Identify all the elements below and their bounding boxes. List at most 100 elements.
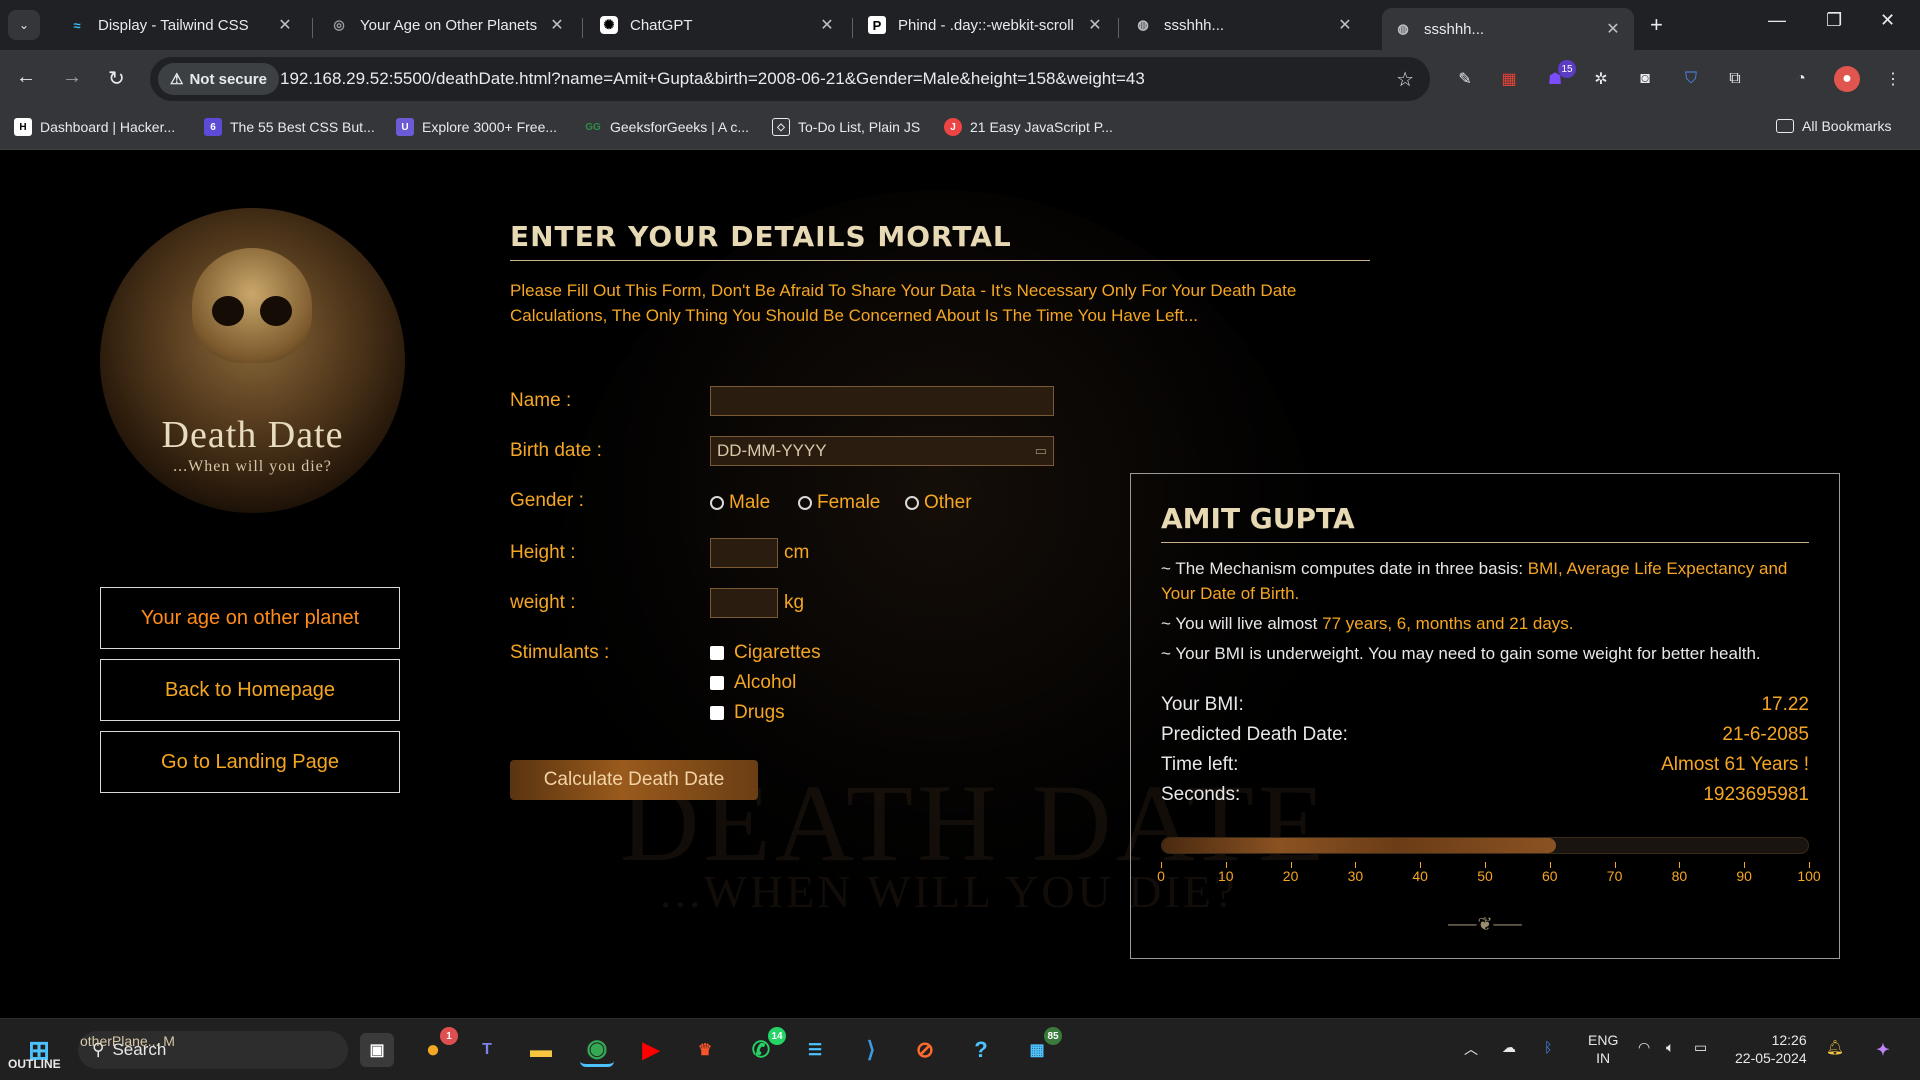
windows-taskbar: ⊞ OUTLINE ⚲ Search otherPlane... M ▣ ● 1 … <box>0 1018 1920 1080</box>
close-icon[interactable]: ✕ <box>276 15 294 35</box>
bookmark-item[interactable]: GG GeeksforGeeks | A c... <box>584 118 749 136</box>
age-other-planet-link[interactable]: Your age on other planet <box>100 587 400 649</box>
file-explorer-icon[interactable]: ▬ <box>524 1033 558 1067</box>
browser-toolbar: ← → ↻ ⚠ Not secure 192.168.29.52:5500/de… <box>0 50 1920 108</box>
camera-icon[interactable]: ◙ <box>1632 66 1658 92</box>
bookmark-item[interactable]: ◇ To-Do List, Plain JS <box>772 118 920 136</box>
postman-icon[interactable]: ⊘ <box>908 1033 942 1067</box>
stat-seconds: Seconds: 1923695981 <box>1161 784 1809 806</box>
cigarettes-checkbox[interactable]: Cigarettes <box>710 642 821 664</box>
gender-female-radio[interactable]: Female <box>798 492 880 514</box>
alcohol-checkbox[interactable]: Alcohol <box>710 672 796 694</box>
chrome-icon[interactable]: ◉ <box>580 1033 614 1067</box>
task-view-icon[interactable]: ▣ <box>360 1033 394 1067</box>
close-icon[interactable]: ✕ <box>1336 15 1354 35</box>
bookmark-item[interactable]: U Explore 3000+ Free... <box>396 118 557 136</box>
volume-icon[interactable]: 🔈︎ <box>1666 1039 1674 1056</box>
store-badge: 85 <box>1044 1027 1062 1045</box>
all-bookmarks-button[interactable]: All Bookmarks <box>1776 118 1891 134</box>
back-icon[interactable]: ← <box>16 66 36 89</box>
close-icon[interactable]: ✕ <box>818 15 836 35</box>
menu-icon[interactable]: ⋮ <box>1880 66 1906 92</box>
puzzle-icon[interactable]: ⧉ <box>1722 66 1748 92</box>
life-progress-fill <box>1162 838 1557 853</box>
minimize-icon[interactable]: — <box>1768 10 1786 31</box>
notification-bell-icon[interactable]: 🔔︎ <box>1826 1039 1844 1056</box>
battery-icon[interactable]: ▭ <box>1694 1039 1707 1056</box>
birth-date-input[interactable]: DD-MM-YYYY ▭ <box>710 436 1054 466</box>
bookmark-item[interactable]: J 21 Easy JavaScript P... <box>944 118 1113 136</box>
close-icon[interactable]: ✕ <box>548 15 566 35</box>
notepad-icon[interactable]: ☰ <box>798 1033 832 1067</box>
bookmarks-bar: H Dashboard | Hacker... 6 The 55 Best CSS … <box>0 108 1920 150</box>
back-to-homepage-link[interactable]: Back to Homepage <box>100 659 400 721</box>
url-text[interactable]: 192.168.29.52:5500/deathDate.html?name=A… <box>280 69 1145 89</box>
calculate-death-date-button[interactable]: Calculate Death Date <box>510 760 758 800</box>
site-info-button[interactable]: ⚠ Not secure <box>158 63 279 95</box>
tab-search-button[interactable]: ⌄ <box>8 10 40 40</box>
bookmark-item[interactable]: H Dashboard | Hacker... <box>14 118 175 136</box>
brave-icon[interactable]: ♛ <box>688 1033 722 1067</box>
checkbox-box <box>710 646 724 660</box>
language-indicator[interactable]: ENG IN <box>1588 1031 1618 1067</box>
name-label: Name : <box>510 390 572 411</box>
profile-avatar[interactable]: ● <box>1834 66 1860 92</box>
bookmark-label: GeeksforGeeks | A c... <box>610 119 750 135</box>
forward-icon[interactable]: → <box>62 66 82 89</box>
calendar-icon[interactable]: ▭ <box>1035 443 1047 459</box>
gear-extension-icon[interactable]: ✲ <box>1588 66 1614 92</box>
new-tab-button[interactable]: + <box>1650 12 1663 38</box>
tab-ssshhh-1[interactable]: ◍ ssshhh... ✕ <box>1122 8 1366 42</box>
height-input[interactable] <box>710 538 778 568</box>
tab-ssshhh-active[interactable]: ◍ ssshhh... ✕ <box>1382 8 1634 50</box>
clock-date: 22-05-2024 <box>1735 1050 1807 1066</box>
orange-app-icon[interactable]: ● 1 <box>416 1027 458 1067</box>
gender-other-radio[interactable]: Other <box>905 492 972 514</box>
extension-icon[interactable]: ▦ <box>1496 66 1522 92</box>
globe-icon: ◍ <box>1397 21 1409 36</box>
wifi-icon[interactable]: ◠ <box>1638 1039 1650 1056</box>
result-name: AMIT GUPTA <box>1161 502 1355 535</box>
cloud-icon[interactable]: ☁ <box>1502 1039 1516 1056</box>
birth-date-placeholder: DD-MM-YYYY <box>717 441 827 460</box>
copilot-icon[interactable]: ✦ <box>1866 1033 1900 1067</box>
name-input[interactable] <box>710 386 1054 416</box>
bluetooth-icon[interactable]: ᛒ <box>1544 1039 1552 1055</box>
landing-page-link[interactable]: Go to Landing Page <box>100 731 400 793</box>
whatsapp-icon[interactable]: ✆ 14 <box>744 1027 786 1067</box>
eyedropper-icon[interactable]: ✎ <box>1452 66 1478 92</box>
bookmark-star-icon[interactable]: ☆ <box>1396 67 1414 92</box>
extension-badge-icon[interactable]: ☗ 15 <box>1542 60 1576 92</box>
weight-input[interactable] <box>710 588 778 618</box>
uiverse-icon: U <box>396 118 414 136</box>
logo-title: Death Date <box>161 414 344 456</box>
close-icon[interactable]: ✕ <box>1086 15 1104 35</box>
address-bar[interactable]: ⚠ Not secure 192.168.29.52:5500/deathDat… <box>150 57 1430 101</box>
tab-tailwind[interactable]: ≈ Display - Tailwind CSS ✕ <box>56 8 306 42</box>
vscode-icon[interactable]: ⟩ <box>854 1033 888 1067</box>
teams-icon[interactable]: T <box>470 1033 504 1067</box>
scale-label: 10 <box>1218 868 1234 884</box>
window-close-icon[interactable]: ✕ <box>1880 10 1895 31</box>
help-icon[interactable]: ? <box>964 1033 998 1067</box>
tab-age-other-planets[interactable]: ◎ Your Age on Other Planets ✕ <box>318 8 578 42</box>
tab-title: Phind - .day::-webkit-scroll <box>898 16 1074 34</box>
tab-chatgpt[interactable]: ✺ ChatGPT ✕ <box>588 8 848 42</box>
restore-icon[interactable]: ❐ <box>1826 10 1842 31</box>
tab-phind[interactable]: P Phind - .day::-webkit-scroll ✕ <box>856 8 1116 42</box>
close-icon[interactable]: ✕ <box>1604 19 1622 39</box>
clock[interactable]: 12:26 22-05-2024 <box>1735 1031 1807 1067</box>
store-icon[interactable]: ▦ 85 <box>1020 1027 1062 1067</box>
gender-male-radio[interactable]: Male <box>710 492 770 514</box>
tailwind-icon: ≈ <box>73 17 81 33</box>
divider <box>1161 542 1809 543</box>
six-icon: 6 <box>204 118 222 136</box>
drugs-checkbox[interactable]: Drugs <box>710 702 785 724</box>
radio-circle <box>710 496 724 510</box>
shield-extension-icon[interactable]: ⛉ <box>1678 66 1704 92</box>
bookmark-item[interactable]: 6 The 55 Best CSS But... <box>204 118 375 136</box>
performance-icon[interactable]: ◔ <box>1788 66 1814 92</box>
reload-icon[interactable]: ↻ <box>108 66 125 91</box>
chevron-up-icon[interactable]: ︿ <box>1464 1039 1478 1059</box>
youtube-icon[interactable]: ▶ <box>634 1033 668 1067</box>
